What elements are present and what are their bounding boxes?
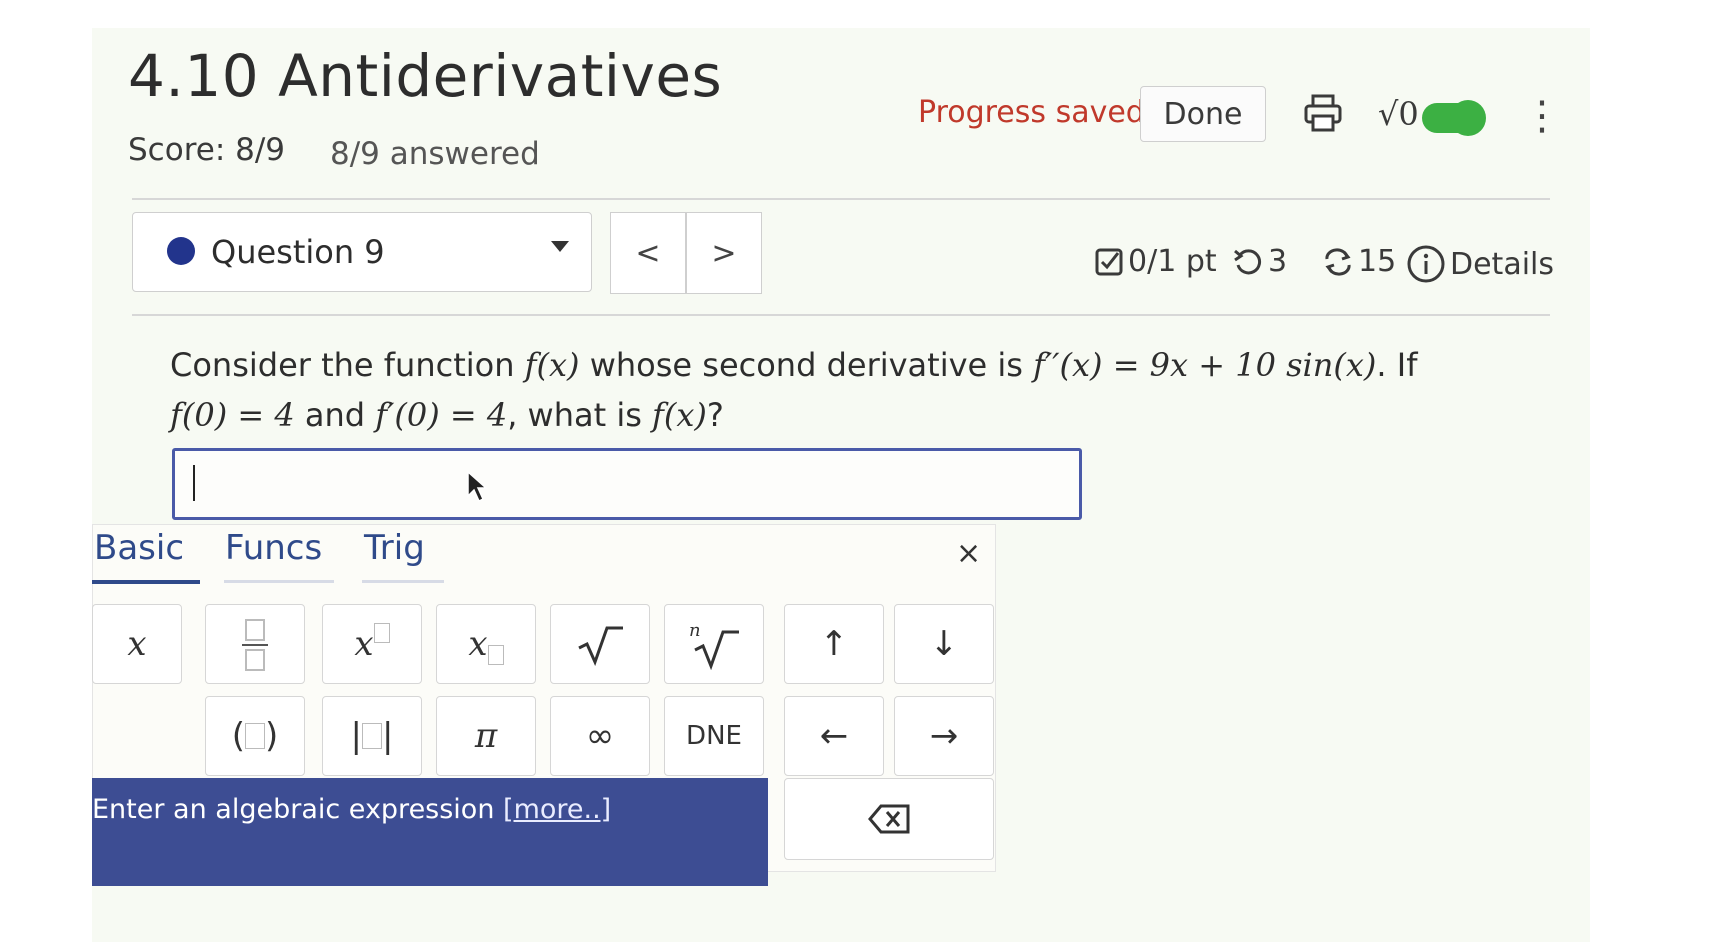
toggle-knob	[1450, 100, 1486, 136]
paren-left: (	[231, 716, 245, 756]
divider	[132, 314, 1550, 316]
placeholder-box	[487, 645, 504, 665]
key-sqrt[interactable]	[550, 604, 650, 684]
question-part: and	[294, 396, 376, 434]
key-right-arrow[interactable]: →	[894, 696, 994, 776]
key-pi[interactable]: π	[436, 696, 536, 776]
bar-right: |	[382, 716, 394, 756]
question-status-dot	[167, 237, 195, 265]
math-fx-target: f(x)	[652, 396, 707, 434]
svg-text:n: n	[689, 620, 701, 641]
key-superscript[interactable]: x	[322, 604, 422, 684]
chevron-down-icon	[551, 241, 569, 252]
key-subscript[interactable]: x	[436, 604, 536, 684]
checkbox-icon	[1095, 248, 1123, 275]
question-selector-label: Question 9	[211, 233, 385, 271]
key-dne[interactable]: DNE	[664, 696, 764, 776]
printer-icon[interactable]	[1302, 92, 1344, 134]
retry-icon	[1234, 248, 1262, 274]
key-base-x: x	[468, 624, 488, 664]
hint-text: Enter an algebraic expression	[92, 794, 504, 825]
hint-text-wrap: Enter an algebraic expression [more..]	[92, 794, 611, 825]
question-part: whose second derivative is	[579, 346, 1034, 384]
placeholder-box	[362, 723, 382, 749]
page-title: 4.10 Antiderivatives	[128, 42, 723, 110]
key-x[interactable]: x	[92, 604, 182, 684]
key-nth-root[interactable]: n	[664, 604, 764, 684]
key-left-arrow[interactable]: ←	[784, 696, 884, 776]
tab-funcs[interactable]: Funcs	[225, 528, 322, 568]
answer-input[interactable]	[172, 448, 1082, 520]
attempts-info: 3	[1232, 244, 1287, 279]
math-condition-2: f′(0) = 4	[375, 396, 508, 434]
key-base-x: x	[354, 624, 374, 664]
key-absolute-value[interactable]: | |	[322, 696, 422, 776]
placeholder-box	[245, 723, 265, 749]
versions-count: 15	[1358, 244, 1397, 279]
progress-status: Progress saved	[918, 95, 1145, 130]
key-label: x	[127, 624, 147, 664]
nth-root-icon: n	[689, 620, 739, 670]
question-part: Consider the function	[170, 346, 525, 384]
mouse-pointer-icon	[467, 470, 488, 503]
key-up-arrow[interactable]: ↑	[784, 604, 884, 684]
bar-left: |	[350, 716, 362, 756]
key-parentheses[interactable]: ()	[205, 696, 305, 776]
fraction-icon	[242, 619, 268, 671]
key-down-arrow[interactable]: ↓	[894, 604, 994, 684]
more-link[interactable]: [more..]	[503, 794, 611, 825]
tab-underline	[362, 580, 444, 583]
score-label: Score: 8/9	[128, 132, 286, 168]
math-toggle-label: √0	[1378, 95, 1419, 133]
kebab-menu-icon[interactable]: ⋮	[1522, 96, 1562, 136]
math-second-derivative: f′′(x) = 9x + 10 sin(x)	[1033, 346, 1377, 384]
tab-underline	[224, 580, 334, 583]
key-fraction[interactable]	[205, 604, 305, 684]
keypad-hint-bar: Enter an algebraic expression [more..]	[92, 778, 768, 886]
details-label: Details	[1450, 246, 1555, 282]
question-part: . If	[1376, 346, 1418, 384]
math-fx: f(x)	[524, 346, 580, 384]
tab-basic[interactable]: Basic	[94, 528, 184, 568]
paren-right: )	[265, 716, 279, 756]
key-backspace[interactable]	[784, 778, 994, 860]
placeholder-box	[373, 623, 390, 643]
text-caret	[193, 465, 195, 501]
tab-trig[interactable]: Trig	[364, 528, 425, 568]
key-infinity[interactable]: ∞	[550, 696, 650, 776]
backspace-icon	[868, 804, 910, 834]
math-entry-toggle[interactable]	[1422, 100, 1486, 136]
key-label: π	[474, 716, 498, 756]
details-button[interactable]: Details	[1406, 244, 1554, 284]
answered-count: 8/9 answered	[330, 136, 540, 172]
active-tab-indicator	[92, 580, 200, 584]
versions-info: 15	[1322, 244, 1396, 279]
divider	[132, 198, 1550, 200]
attempts-count: 3	[1268, 244, 1288, 279]
points-label: 0/1 pt	[1128, 244, 1217, 279]
question-part: , what is	[507, 396, 653, 434]
close-keypad-button[interactable]: ×	[956, 536, 981, 571]
info-icon	[1407, 245, 1445, 283]
prev-question-button[interactable]: <	[610, 212, 686, 294]
math-condition-1: f(0) = 4	[170, 396, 295, 434]
new-version-icon	[1325, 248, 1351, 275]
question-selector[interactable]: Question 9	[132, 212, 592, 292]
question-text: Consider the function f(x) whose second …	[170, 340, 1510, 440]
question-part: ?	[706, 396, 724, 434]
next-question-button[interactable]: >	[686, 212, 762, 294]
points-info: 0/1 pt	[1094, 244, 1217, 279]
sqrt-icon	[578, 626, 623, 666]
done-button[interactable]: Done	[1140, 86, 1266, 142]
